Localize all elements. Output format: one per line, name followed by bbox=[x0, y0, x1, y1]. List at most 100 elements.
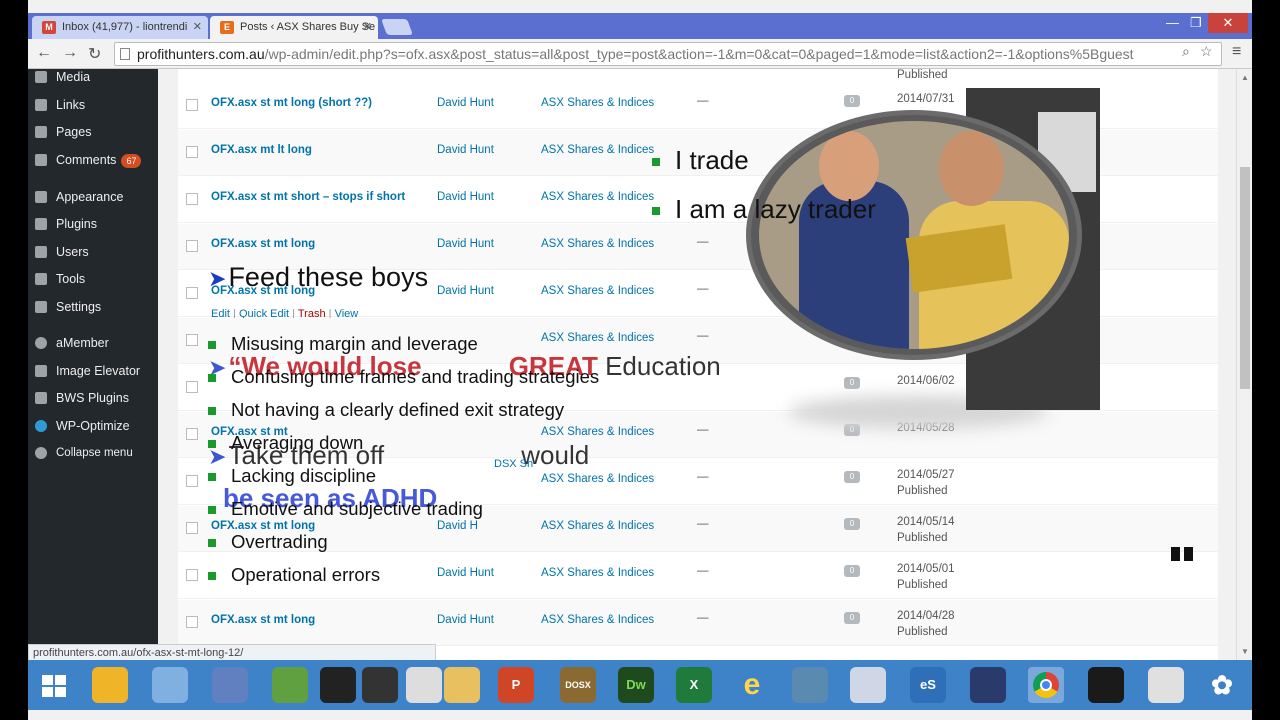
post-author-link[interactable]: David Hunt bbox=[437, 97, 494, 109]
tab-posts[interactable]: E Posts ‹ ASX Shares Buy Se ✕ bbox=[210, 16, 378, 39]
app-icon[interactable] bbox=[406, 667, 442, 703]
app-icon[interactable] bbox=[362, 667, 398, 703]
sidebar-item-users[interactable]: Users bbox=[28, 239, 158, 265]
page-scrollbar[interactable]: ▲ ▼ bbox=[1236, 69, 1252, 660]
chrome-icon[interactable] bbox=[1028, 667, 1064, 703]
comment-count-icon[interactable]: 0 bbox=[844, 377, 860, 389]
app-icon[interactable] bbox=[850, 667, 886, 703]
tab-inbox[interactable]: M Inbox (41,977) - liontrendi ✕ bbox=[32, 16, 208, 39]
post-category-link[interactable]: ASX Shares & Indices bbox=[541, 238, 654, 250]
sidebar-item-bws-plugins[interactable]: BWS Plugins bbox=[28, 385, 158, 411]
close-icon[interactable]: ✕ bbox=[193, 20, 202, 33]
post-category-link[interactable]: ASX Shares & Indices bbox=[541, 567, 654, 579]
menu-icon[interactable]: ≡ bbox=[1232, 43, 1241, 61]
app-icon[interactable] bbox=[272, 667, 308, 703]
forward-icon[interactable]: → bbox=[62, 44, 78, 62]
sidebar-item-plugins[interactable]: Plugins bbox=[28, 211, 158, 237]
row-checkbox[interactable] bbox=[186, 146, 198, 158]
row-checkbox[interactable] bbox=[186, 475, 198, 487]
post-date: 2014/07/31 bbox=[897, 93, 955, 105]
post-category-link[interactable]: ASX Shares & Indices bbox=[541, 332, 654, 344]
ie-icon[interactable]: e bbox=[734, 667, 770, 703]
post-title-link[interactable]: OFX.asx mt lt long bbox=[211, 144, 312, 156]
sidebar-item-appearance[interactable]: Appearance bbox=[28, 184, 158, 210]
table-row[interactable]: OFX.asx st mt long David Hunt ASX Shares… bbox=[178, 600, 1218, 646]
start-icon[interactable] bbox=[36, 667, 72, 703]
app-icon[interactable] bbox=[152, 667, 188, 703]
chart-app-icon[interactable] bbox=[1088, 667, 1124, 703]
powerpoint-icon[interactable]: P bbox=[498, 667, 534, 703]
app-icon[interactable] bbox=[792, 667, 828, 703]
app-icon[interactable] bbox=[320, 667, 356, 703]
post-category-link[interactable]: ASX Shares & Indices bbox=[541, 473, 654, 485]
flower-icon[interactable]: ✿ bbox=[1204, 667, 1240, 703]
back-icon[interactable]: ← bbox=[36, 44, 52, 62]
comment-count-icon[interactable]: 0 bbox=[844, 565, 860, 577]
comment-count-icon[interactable]: 0 bbox=[844, 95, 860, 107]
scroll-up-icon[interactable]: ▲ bbox=[1241, 73, 1249, 82]
row-checkbox[interactable] bbox=[186, 240, 198, 252]
excel-icon[interactable]: X bbox=[676, 667, 712, 703]
app-icon[interactable] bbox=[92, 667, 128, 703]
row-checkbox[interactable] bbox=[186, 616, 198, 628]
sidebar-item-tools[interactable]: Tools bbox=[28, 266, 158, 292]
row-checkbox[interactable] bbox=[186, 193, 198, 205]
comment-count-icon[interactable]: 0 bbox=[844, 518, 860, 530]
comment-count-icon[interactable]: 0 bbox=[844, 471, 860, 483]
row-checkbox[interactable] bbox=[186, 381, 198, 393]
comment-count-icon[interactable]: 0 bbox=[844, 612, 860, 624]
dreamweaver-icon[interactable]: Dw bbox=[618, 667, 654, 703]
collapse-menu-button[interactable]: Collapse menu bbox=[28, 440, 158, 466]
minimize-icon[interactable]: — bbox=[1166, 15, 1179, 30]
post-author-link[interactable]: David Hunt bbox=[437, 614, 494, 626]
sidebar-item-media[interactable]: Media bbox=[28, 64, 158, 90]
search-icon[interactable]: ⌕ bbox=[1182, 43, 1190, 60]
row-checkbox[interactable] bbox=[186, 569, 198, 581]
row-checkbox[interactable] bbox=[186, 287, 198, 299]
post-title-link[interactable]: OFX.asx st mt long (short ??) bbox=[211, 97, 372, 109]
row-checkbox[interactable] bbox=[186, 99, 198, 111]
row-checkbox[interactable] bbox=[186, 522, 198, 534]
dosx-icon[interactable]: DOSX bbox=[560, 667, 596, 703]
sidebar-item-amember[interactable]: aMember bbox=[28, 330, 158, 356]
chart-app-icon[interactable] bbox=[1148, 667, 1184, 703]
post-title-link[interactable]: OFX.asx st mt short – stops if short bbox=[211, 191, 405, 203]
esignal-icon[interactable]: eS bbox=[910, 667, 946, 703]
post-category-link[interactable]: ASX Shares & Indices bbox=[541, 285, 654, 297]
post-title-link[interactable]: OFX.asx st mt long bbox=[211, 614, 315, 626]
app-icon[interactable] bbox=[212, 667, 248, 703]
star-icon[interactable]: ☆ bbox=[1200, 43, 1213, 60]
row-checkbox[interactable] bbox=[186, 428, 198, 440]
post-category-link[interactable]: ASX Shares & Indices bbox=[541, 426, 654, 438]
sidebar-item-wp-optimize[interactable]: WP-Optimize bbox=[28, 413, 158, 439]
maximize-icon[interactable]: ❐ bbox=[1190, 15, 1202, 31]
post-category-link[interactable]: ASX Shares & Indices bbox=[541, 191, 654, 203]
row-checkbox[interactable] bbox=[186, 334, 198, 346]
scroll-down-icon[interactable]: ▼ bbox=[1241, 647, 1249, 656]
post-author-link[interactable]: David Hunt bbox=[437, 238, 494, 250]
new-tab-button[interactable] bbox=[381, 19, 413, 35]
folder-icon[interactable] bbox=[444, 667, 480, 703]
app-icon[interactable] bbox=[970, 667, 1006, 703]
url-input[interactable]: profithunters.com.au/wp-admin/edit.php?s… bbox=[114, 42, 1222, 66]
post-author-link[interactable]: David Hunt bbox=[437, 144, 494, 156]
post-author-link[interactable]: David Hunt bbox=[437, 567, 494, 579]
reload-icon[interactable]: ↻ bbox=[88, 44, 101, 64]
post-category-link[interactable]: ASX Shares & Indices bbox=[541, 520, 654, 532]
post-category-link[interactable]: ASX Shares & Indices bbox=[541, 614, 654, 626]
sidebar-item-comments[interactable]: Comments 67 bbox=[28, 147, 158, 173]
close-icon[interactable]: ✕ bbox=[363, 20, 372, 33]
sidebar-item-links[interactable]: Links bbox=[28, 92, 158, 118]
sidebar-item-pages[interactable]: Pages bbox=[28, 119, 158, 145]
post-title-link[interactable]: OFX.asx st mt long bbox=[211, 238, 315, 250]
bws-icon bbox=[35, 392, 47, 404]
sidebar-item-image-elevator[interactable]: Image Elevator bbox=[28, 358, 158, 384]
post-author-link[interactable]: David Hunt bbox=[437, 191, 494, 203]
sidebar-item-settings[interactable]: Settings bbox=[28, 294, 158, 320]
window-close-button[interactable]: ✕ bbox=[1208, 13, 1248, 33]
post-author-link[interactable]: David H bbox=[437, 520, 478, 532]
post-category-link[interactable]: ASX Shares & Indices bbox=[541, 97, 654, 109]
scrollbar-thumb[interactable] bbox=[1240, 167, 1250, 389]
post-author-link[interactable]: David Hunt bbox=[437, 285, 494, 297]
post-category-link[interactable]: ASX Shares & Indices bbox=[541, 144, 654, 156]
